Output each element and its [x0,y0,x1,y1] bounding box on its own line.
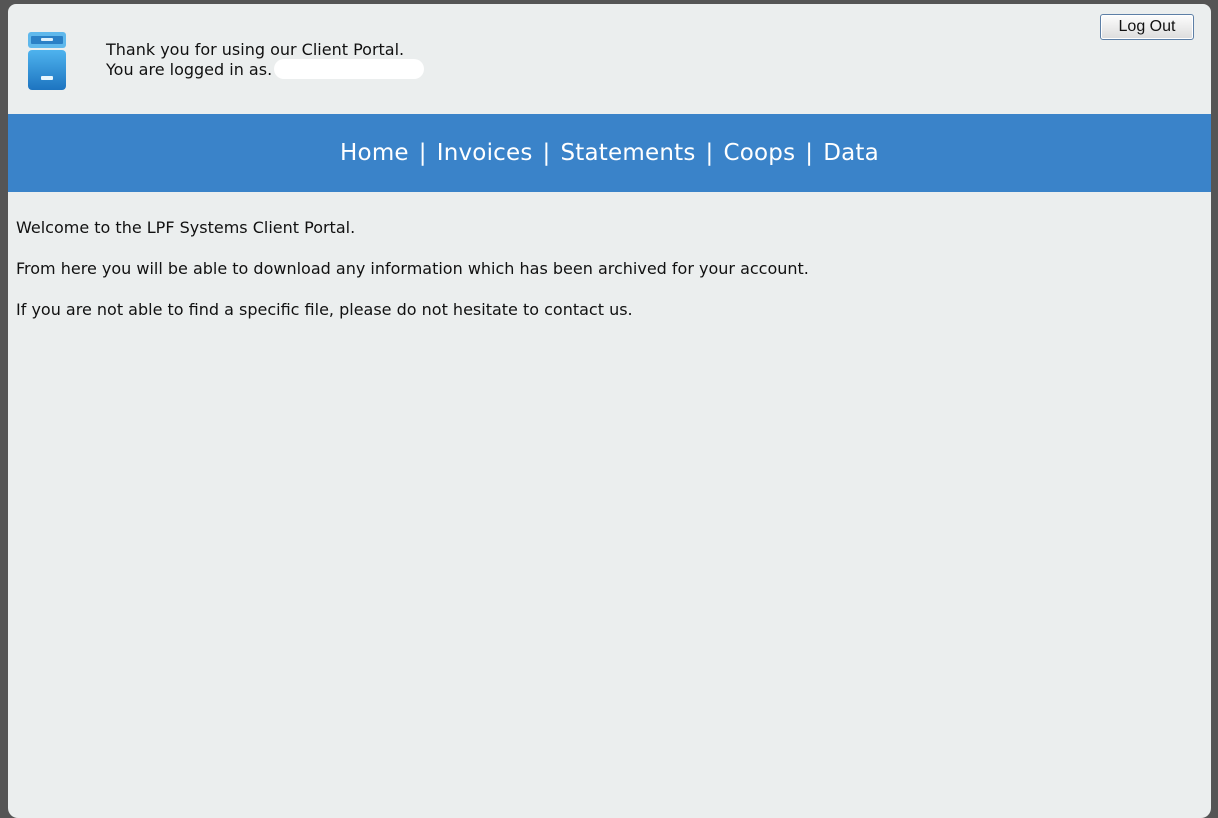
logged-in-line: You are logged in as. [106,59,425,79]
logged-in-label: You are logged in as. [106,60,273,79]
nav-bar: Home | Invoices | Statements | Coops | D… [8,114,1211,192]
nav-invoices[interactable]: Invoices [437,140,533,166]
nav-separator: | [542,140,551,166]
welcome-line: Thank you for using our Client Portal. [106,40,405,59]
nav-separator: | [705,140,714,166]
welcome-paragraph: Welcome to the LPF Systems Client Portal… [16,218,356,237]
logout-button[interactable]: Log Out [1100,14,1194,40]
nav-data[interactable]: Data [823,140,879,166]
nav-coops[interactable]: Coops [723,140,795,166]
header: Thank you for using our Client Portal. Y… [8,4,1211,114]
welcome-message: Thank you for using our Client Portal. Y… [106,40,425,79]
portal-window: Thank you for using our Client Portal. Y… [8,4,1211,818]
nav-home[interactable]: Home [340,140,409,166]
username-redacted [274,59,425,79]
contact-paragraph: If you are not able to find a specific f… [16,300,633,319]
nav-separator: | [418,140,427,166]
download-info-paragraph: From here you will be able to download a… [16,259,809,278]
file-cabinet-icon [28,32,66,90]
nav-statements[interactable]: Statements [561,140,696,166]
nav-separator: | [805,140,814,166]
main-content: Welcome to the LPF Systems Client Portal… [8,192,1211,322]
